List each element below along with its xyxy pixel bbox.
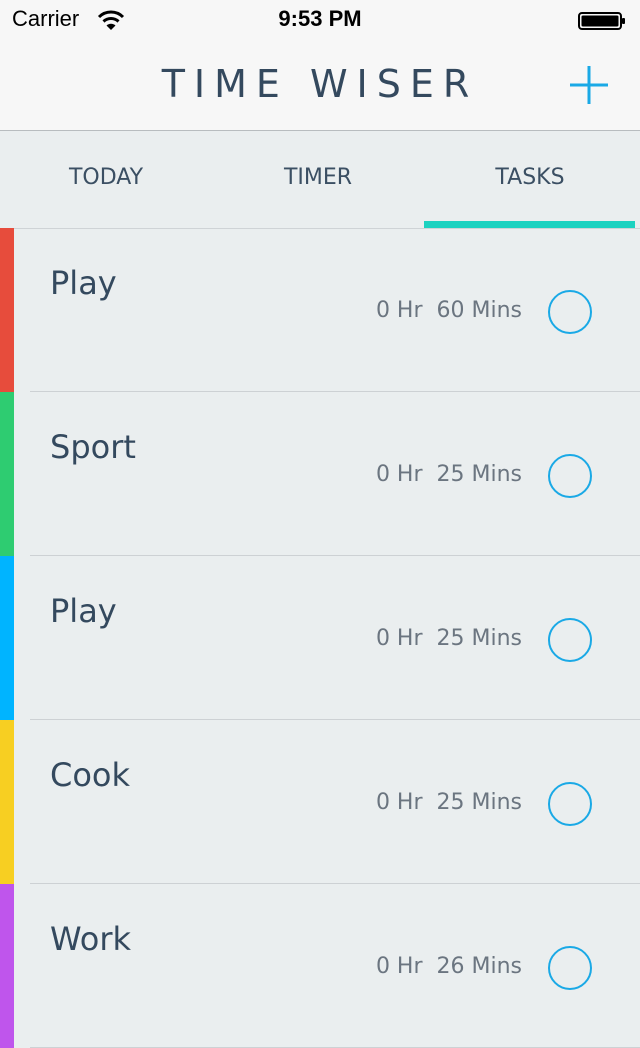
active-tab-indicator <box>424 221 635 228</box>
tab-bar: TODAY TIMER TASKS <box>0 131 640 229</box>
task-name: Work <box>50 920 132 958</box>
task-row[interactable]: Play 0 Hr 25 Mins <box>0 556 640 720</box>
task-name: Cook <box>50 756 131 794</box>
task-complete-checkbox[interactable] <box>548 946 592 990</box>
task-row[interactable]: Sport 0 Hr 25 Mins <box>0 392 640 556</box>
task-row[interactable]: Play 0 Hr 60 Mins <box>0 228 640 392</box>
nav-bar: TIME WISER <box>0 40 640 131</box>
task-row[interactable]: Work 0 Hr 26 Mins <box>0 884 640 1048</box>
task-color-bar <box>0 556 14 720</box>
task-color-bar <box>0 720 14 884</box>
task-color-bar <box>0 392 14 556</box>
task-complete-checkbox[interactable] <box>548 290 592 334</box>
task-complete-checkbox[interactable] <box>548 618 592 662</box>
tab-today[interactable]: TODAY <box>0 131 212 228</box>
task-color-bar <box>0 228 14 392</box>
task-list: Play 0 Hr 60 Mins Sport 0 Hr 25 Mins Pla… <box>0 228 640 1048</box>
task-complete-checkbox[interactable] <box>548 454 592 498</box>
task-duration: 0 Hr 25 Mins <box>375 626 522 651</box>
add-task-button[interactable] <box>566 62 612 108</box>
tab-timer[interactable]: TIMER <box>212 131 424 228</box>
task-duration: 0 Hr 25 Mins <box>375 790 522 815</box>
plus-icon <box>570 66 608 104</box>
task-duration: 0 Hr 26 Mins <box>375 954 522 979</box>
tab-tasks[interactable]: TASKS <box>424 131 636 228</box>
task-duration: 0 Hr 60 Mins <box>375 298 522 323</box>
battery-icon <box>578 12 625 30</box>
task-name: Sport <box>50 428 136 466</box>
status-bar: Carrier 9:53 PM <box>0 0 640 40</box>
task-name: Play <box>50 264 117 302</box>
task-color-bar <box>0 884 14 1048</box>
task-row[interactable]: Cook 0 Hr 25 Mins <box>0 720 640 884</box>
task-complete-checkbox[interactable] <box>548 782 592 826</box>
app-title: TIME WISER <box>161 62 479 106</box>
task-name: Play <box>50 592 117 630</box>
status-time: 9:53 PM <box>278 6 362 31</box>
task-duration: 0 Hr 25 Mins <box>375 462 522 487</box>
